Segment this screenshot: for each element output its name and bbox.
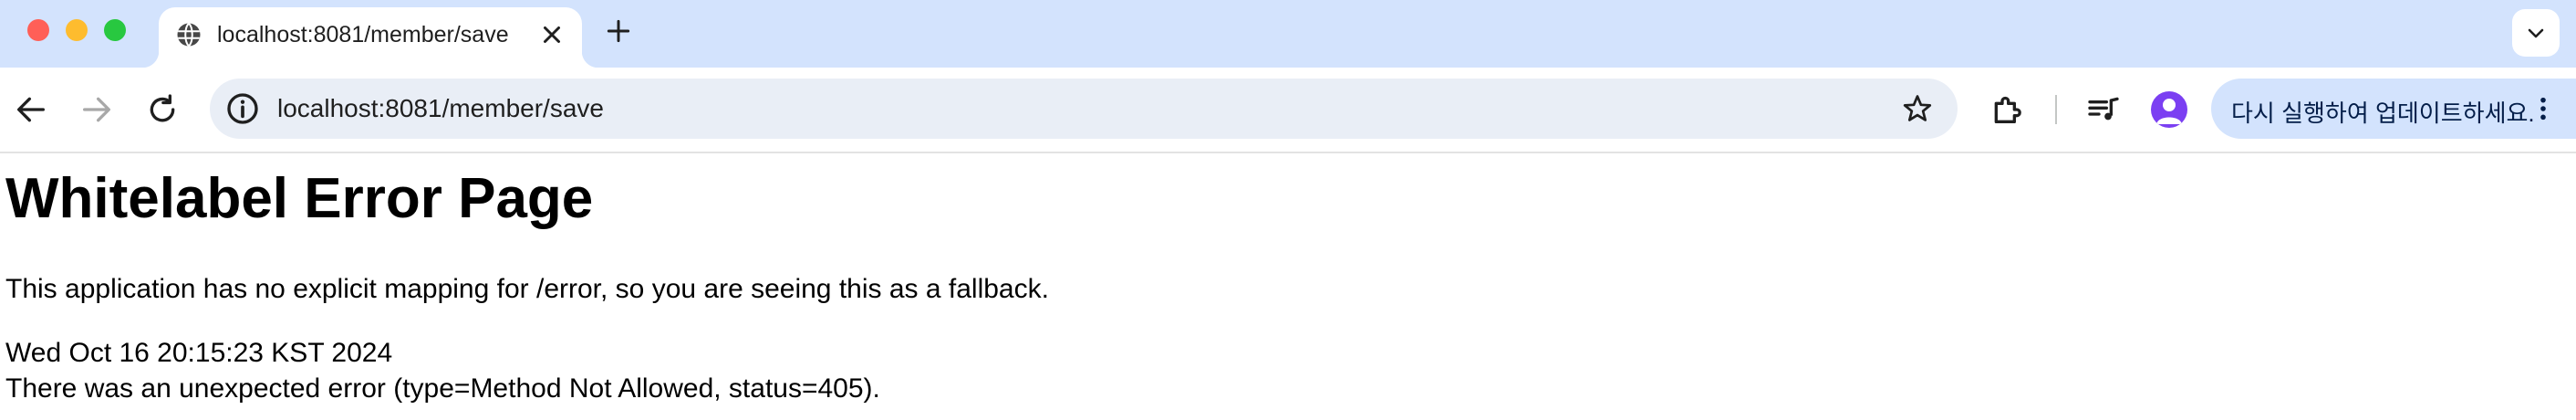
page-title: Whitelabel Error Page [5,167,594,230]
error-explanation: This application has no explicit mapping… [5,274,1049,304]
url-text[interactable]: localhost:8081/member/save [277,94,604,123]
back-arrow-icon[interactable] [13,91,49,128]
window-minimize-button[interactable] [66,19,88,41]
site-info-icon[interactable] [224,90,261,127]
browser-toolbar: localhost:8081/member/save 다시 실행하여 업데이트하… [0,68,2576,153]
address-bar[interactable]: localhost:8081/member/save [210,79,1958,139]
person-icon [2156,99,2182,124]
tab-search-button[interactable] [2512,9,2560,57]
more-vert-icon[interactable] [2529,94,2558,123]
window-close-button[interactable] [27,19,49,41]
tab-title: localhost:8081/member/save [217,22,509,47]
error-timestamp: Wed Oct 16 20:15:23 KST 2024 [5,338,393,368]
forward-arrow-icon[interactable] [78,91,115,128]
extensions-puzzle-icon[interactable] [1989,91,2025,128]
error-detail: There was an unexpected error (type=Meth… [5,373,880,404]
bookmark-star-icon[interactable] [1901,92,1934,125]
profile-avatar[interactable] [2151,91,2187,128]
reload-icon[interactable] [144,91,181,128]
browser-tab[interactable]: localhost:8081/member/save [142,7,598,68]
window-maximize-button[interactable] [104,19,126,41]
close-tab-icon[interactable] [538,21,566,48]
globe-icon [177,22,201,47]
chevron-down-icon [2528,28,2544,38]
media-playlist-icon[interactable] [2085,91,2122,128]
toolbar-divider [2055,95,2057,124]
update-button[interactable]: 다시 실행하여 업데이트하세요. [2211,79,2576,139]
new-tab-icon[interactable] [604,16,633,46]
tab-strip: localhost:8081/member/save [0,0,2576,68]
window-controls [27,19,126,41]
update-label: 다시 실행하여 업데이트하세요. [2231,100,2535,127]
